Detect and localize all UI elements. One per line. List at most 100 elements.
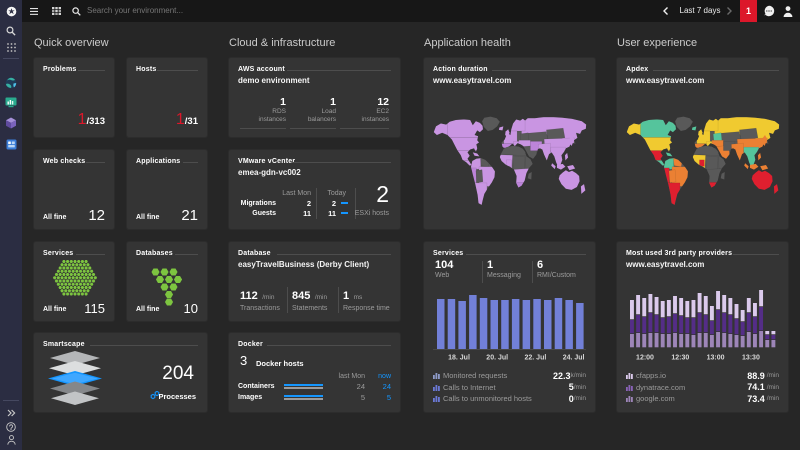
stat-value: 1 bbox=[487, 259, 494, 271]
title-line bbox=[78, 70, 105, 71]
tile-vmware-vcenter[interactable]: VMware vCenter emea-gdn-vc002 Last Mon T… bbox=[229, 150, 400, 229]
tile-action-duration[interactable]: Action duration www.easytravel.com bbox=[424, 58, 595, 229]
map-region-nigeria bbox=[506, 159, 512, 167]
stacked-bar-segment bbox=[648, 333, 653, 348]
hamburger-menu-icon[interactable] bbox=[28, 0, 40, 22]
stacked-bar-segment bbox=[771, 335, 776, 340]
trend-sparkline bbox=[341, 212, 348, 214]
timeframe-selector[interactable]: Last 7 days bbox=[677, 0, 723, 22]
column-header-app-health: Application health bbox=[424, 37, 511, 49]
action-duration-app: www.easytravel.com bbox=[433, 76, 512, 85]
timeframe-prev-icon[interactable] bbox=[663, 7, 668, 15]
map-region-usa bbox=[639, 137, 676, 151]
stacked-bar-segment bbox=[642, 298, 647, 317]
title-line bbox=[90, 345, 198, 346]
legend-icon bbox=[626, 372, 636, 380]
vmware-value: 11 bbox=[303, 208, 311, 218]
stat-value: 112 bbox=[240, 290, 258, 302]
stacked-bar-segment bbox=[771, 340, 776, 348]
stacked-bar-segment bbox=[753, 317, 757, 334]
x-axis-label: 12:00 bbox=[636, 355, 654, 362]
sidebar-hub-grid-icon[interactable] bbox=[0, 136, 22, 152]
docker-bar-now bbox=[284, 395, 323, 397]
tile-third-party[interactable]: Most used 3rd party providers www.easytr… bbox=[617, 242, 788, 412]
stacked-bar-segment bbox=[666, 300, 671, 317]
map-island-indonesia bbox=[551, 163, 556, 170]
stat-value: 845 bbox=[292, 290, 311, 302]
database-name: easyTravelBusiness (Derby Client) bbox=[238, 260, 370, 269]
map-island-madagascar bbox=[720, 171, 725, 180]
stacked-bar-segment bbox=[728, 334, 733, 348]
tile-services-chart[interactable]: Services 104 Web 1 Messaging 6 RMI/Custo… bbox=[424, 242, 595, 412]
sidebar-smartscape-cube-icon[interactable] bbox=[0, 115, 22, 131]
stacked-bar-segment bbox=[728, 315, 733, 334]
map-island-iceland bbox=[498, 126, 504, 131]
legend-row[interactable]: cfapps.io 88.9/min bbox=[626, 370, 779, 382]
stat-unit: ms bbox=[353, 294, 363, 301]
tile-applications[interactable]: Applications All fine 21 bbox=[127, 150, 207, 229]
dynatrace-logo-icon bbox=[6, 6, 16, 16]
tile-web-checks[interactable]: Web checks All fine 12 bbox=[34, 150, 114, 229]
map-island-indonesia bbox=[760, 165, 769, 171]
stacked-bar-segment bbox=[753, 334, 757, 348]
legend-label: Calls to Internet bbox=[443, 382, 496, 392]
stacked-bar-segment bbox=[673, 314, 677, 333]
tile-apdex[interactable]: Apdex www.easytravel.com bbox=[617, 58, 788, 229]
tile-services-overview[interactable]: Services All fine 115 bbox=[34, 242, 114, 321]
stacked-bar-segment bbox=[759, 290, 764, 307]
stat-label: RMI/Custom bbox=[537, 272, 576, 279]
tile-smartscape[interactable]: Smartscape 204 Processes bbox=[34, 333, 207, 412]
hosts-problem-count: 1 bbox=[175, 111, 185, 128]
sidebar-deployment-icon[interactable] bbox=[0, 94, 22, 110]
legend-row[interactable]: Monitored requests 22.3 k/min bbox=[433, 370, 586, 382]
legend-row[interactable]: Calls to Internet 5/min bbox=[433, 382, 586, 394]
user-menu-icon[interactable] bbox=[783, 6, 793, 17]
problems-badge[interactable]: 1 bbox=[740, 0, 757, 22]
tile-problems[interactable]: Problems 1/313 bbox=[34, 58, 114, 137]
legend-row[interactable]: google.com 73.4/min bbox=[626, 393, 779, 405]
sidebar-search-icon[interactable] bbox=[0, 23, 22, 39]
stacked-bar-segment bbox=[679, 298, 684, 316]
legend-row[interactable]: dynatrace.com 74.1/min bbox=[626, 382, 779, 394]
sidebar-globe-icon[interactable] bbox=[0, 75, 22, 91]
stacked-bar-segment bbox=[636, 295, 641, 315]
stacked-bar-segment bbox=[636, 333, 641, 348]
aws-stat-rds: 1 RDS instances bbox=[240, 96, 286, 129]
legend-unit: /min bbox=[766, 395, 779, 403]
x-axis-label: 20. Jul bbox=[486, 355, 508, 362]
apdex-world-map bbox=[626, 116, 780, 205]
tile-databases[interactable]: Databases All fine 10 bbox=[127, 242, 207, 321]
stacked-bar-segment bbox=[734, 319, 739, 335]
map-greenland bbox=[675, 116, 693, 131]
legend-row[interactable]: Calls to unmonitored hosts 0/min bbox=[433, 393, 586, 405]
search-input[interactable]: Search your environment... bbox=[87, 0, 183, 22]
tile-hosts[interactable]: Hosts 1/31 bbox=[127, 58, 207, 137]
docker-col-lastmon: last Mon bbox=[338, 372, 365, 380]
hosts-count: 1/31 bbox=[176, 111, 198, 129]
sidebar-apps-grid-icon[interactable] bbox=[0, 39, 22, 55]
tile-database[interactable]: Database easyTravelBusiness (Derby Clien… bbox=[229, 242, 400, 321]
title-line bbox=[466, 254, 586, 255]
legend-label: google.com bbox=[636, 394, 675, 404]
sidebar-user-icon[interactable] bbox=[0, 432, 22, 448]
title-line bbox=[293, 162, 391, 163]
stacked-bar-segment bbox=[654, 333, 659, 348]
timeframe-next-icon[interactable] bbox=[727, 7, 732, 15]
processes-count: 204 bbox=[162, 363, 194, 384]
tile-aws-account[interactable]: AWS account demo environment 1 RDS instan… bbox=[229, 58, 400, 137]
left-sidebar bbox=[0, 22, 22, 450]
feedback-chat-icon[interactable] bbox=[763, 5, 775, 17]
title-line bbox=[653, 70, 779, 71]
search-icon[interactable] bbox=[70, 0, 82, 22]
map-region-alaska bbox=[433, 119, 448, 138]
apps-grid-icon[interactable] bbox=[49, 0, 63, 22]
tile-docker[interactable]: Docker 3 Docker hosts last Mon now Conta… bbox=[229, 333, 400, 412]
map-island-madagascar bbox=[527, 171, 532, 180]
stacked-bar-segment bbox=[709, 321, 714, 335]
db-stat-transactions: 112 /min Transactions bbox=[240, 286, 280, 313]
stat-label: Messaging bbox=[487, 272, 521, 279]
aws-environment-name: demo environment bbox=[238, 76, 310, 85]
map-region-scandinavia bbox=[508, 117, 526, 132]
dynatrace-logo[interactable] bbox=[0, 0, 22, 22]
title-line bbox=[733, 254, 779, 255]
